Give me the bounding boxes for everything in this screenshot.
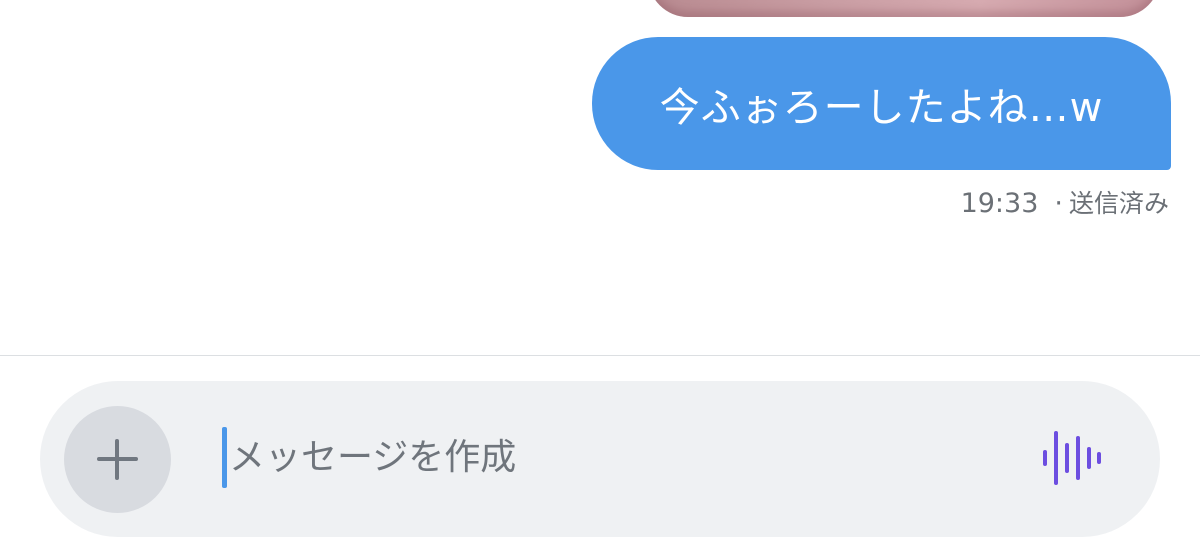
message-status: 送信済み [1068,189,1169,218]
add-attachment-button[interactable] [64,406,171,513]
chat-screen: 今ふぉろーしたよね…w 19:33 · 送信済み [0,0,1200,554]
message-input[interactable] [229,427,1009,488]
image-message[interactable] [648,0,1160,17]
message-text: 今ふぉろーしたよね…w [659,84,1104,131]
voice-message-button[interactable] [1036,425,1106,491]
composer-divider [0,355,1200,356]
message-meta: 19:33 · 送信済み [961,184,1169,220]
message-composer [40,381,1160,537]
sent-message-bubble[interactable]: 今ふぉろーしたよね…w [592,37,1171,170]
message-time: 19:33 [960,188,1039,219]
meta-separator: · [1054,188,1063,219]
text-cursor [222,427,227,488]
voice-waveform-icon [1043,431,1101,485]
